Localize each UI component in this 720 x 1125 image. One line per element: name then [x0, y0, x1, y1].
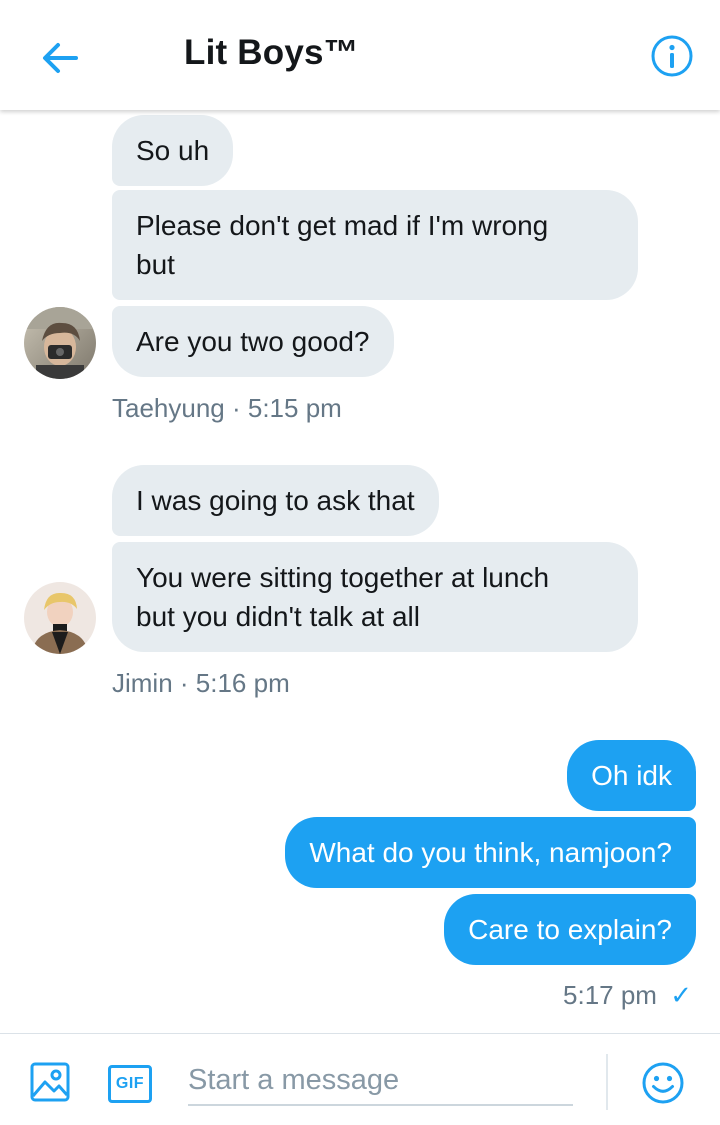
meta-separator: ·	[224, 393, 248, 423]
image-icon	[30, 1062, 70, 1102]
dm-screen: Lit Boys™ So uh Please don't get mad if …	[0, 0, 720, 1125]
avatar-jimin[interactable]	[24, 582, 96, 654]
sender-name: Jimin	[112, 668, 173, 698]
gif-icon: GIF	[108, 1065, 152, 1103]
add-gif-button[interactable]: GIF	[106, 1062, 154, 1106]
message-bubble-sent[interactable]: What do you think, namjoon?	[285, 817, 696, 888]
composer-divider	[606, 1054, 608, 1110]
smiley-icon	[642, 1062, 684, 1104]
read-check-icon: ✓	[670, 980, 692, 1010]
message-bubble[interactable]: Are you two good?	[112, 306, 394, 377]
message-bubble[interactable]: I was going to ask that	[112, 465, 439, 536]
arrow-left-icon	[43, 43, 78, 73]
message-meta: Taehyung · 5:15 pm	[112, 393, 342, 424]
conversation-info-button[interactable]	[646, 30, 698, 82]
message-composer: GIF	[0, 1033, 720, 1125]
message-bubble[interactable]: You were sitting together at lunch but y…	[112, 542, 638, 652]
meta-separator: ·	[172, 668, 196, 698]
message-meta: 5:17 pm ✓	[563, 980, 692, 1011]
conversation-title: Lit Boys™	[184, 33, 359, 72]
message-meta: Jimin · 5:16 pm	[112, 668, 290, 699]
gif-label: GIF	[115, 1075, 145, 1092]
emoji-button[interactable]	[638, 1058, 688, 1108]
message-bubble-sent[interactable]: Care to explain?	[444, 894, 696, 965]
message-bubble-sent[interactable]: Oh idk	[567, 740, 696, 811]
message-input[interactable]	[188, 1056, 573, 1106]
message-bubble[interactable]: So uh	[112, 115, 234, 186]
message-time: 5:17 pm	[563, 980, 657, 1010]
message-bubble[interactable]: Please don't get mad if I'm wrong but	[112, 190, 638, 300]
message-time: 5:15 pm	[247, 393, 342, 423]
sender-name: Taehyung	[112, 393, 225, 423]
back-button[interactable]	[32, 30, 88, 86]
add-photo-button[interactable]	[26, 1058, 74, 1106]
avatar-taehyung[interactable]	[24, 307, 96, 379]
conversation-header: Lit Boys™	[0, 0, 720, 110]
message-time: 5:16 pm	[195, 668, 290, 698]
info-icon	[651, 35, 693, 77]
message-thread: So uh Please don't get mad if I'm wrong …	[0, 110, 720, 1032]
